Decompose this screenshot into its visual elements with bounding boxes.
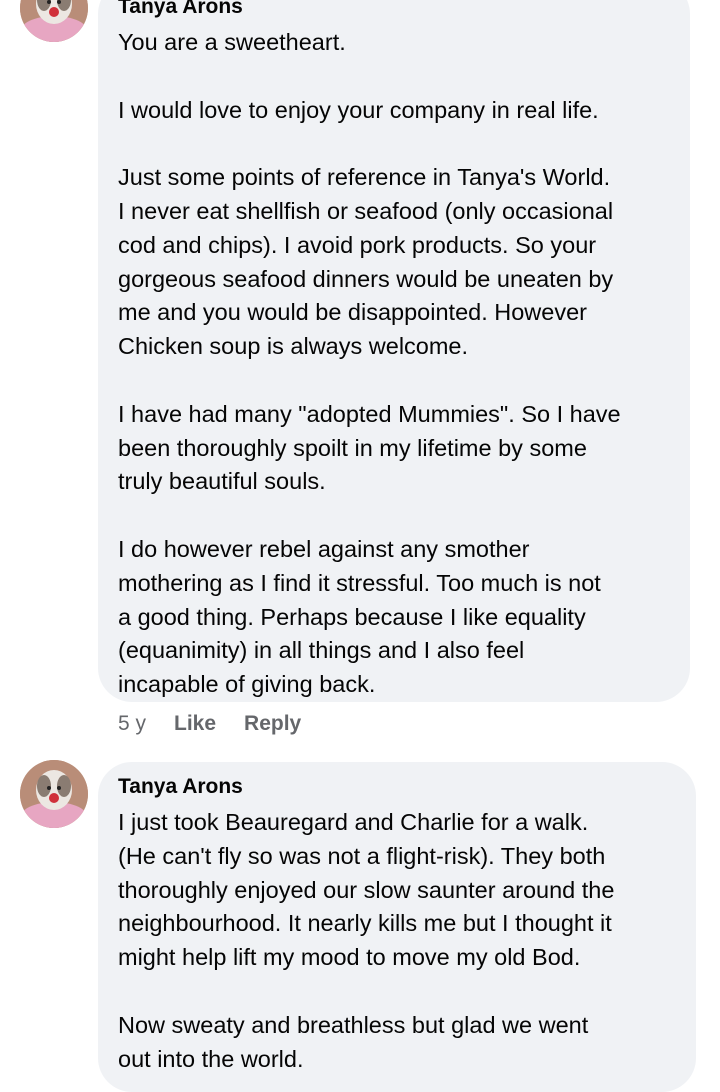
comment-paragraph: Now sweaty and breathless but glad we we… xyxy=(118,1011,589,1072)
comment-meta: 5 y Like Reply xyxy=(118,711,301,737)
comment-paragraph: I do however rebel against any smother m… xyxy=(118,535,601,698)
comment-bubble: Tanya Arons I just took Beauregard and C… xyxy=(98,762,696,1092)
comment-text: You are a sweetheart. I would love to en… xyxy=(118,26,670,702)
comment-bubble: Tanya Arons You are a sweetheart. I woul… xyxy=(98,0,690,702)
comment-author[interactable]: Tanya Arons xyxy=(118,772,676,802)
comment-text: I just took Beauregard and Charlie for a… xyxy=(118,806,676,1076)
comment-paragraph: I just took Beauregard and Charlie for a… xyxy=(118,809,615,971)
comment-paragraph: You are a sweetheart. xyxy=(118,29,346,55)
comment-paragraph: Just some points of reference in Tanya's… xyxy=(118,164,614,360)
comment-author[interactable]: Tanya Arons xyxy=(118,0,670,22)
comment-paragraph: I would love to enjoy your company in re… xyxy=(118,96,599,123)
avatar[interactable] xyxy=(20,0,88,42)
avatar-image xyxy=(20,0,88,42)
like-button[interactable]: Like xyxy=(174,711,216,737)
avatar-image xyxy=(20,760,88,828)
reply-button[interactable]: Reply xyxy=(244,711,301,737)
comment-paragraph: I have had many "adopted Mummies". So I … xyxy=(118,400,621,495)
comment-timestamp[interactable]: 5 y xyxy=(118,711,146,737)
avatar[interactable] xyxy=(20,760,88,828)
